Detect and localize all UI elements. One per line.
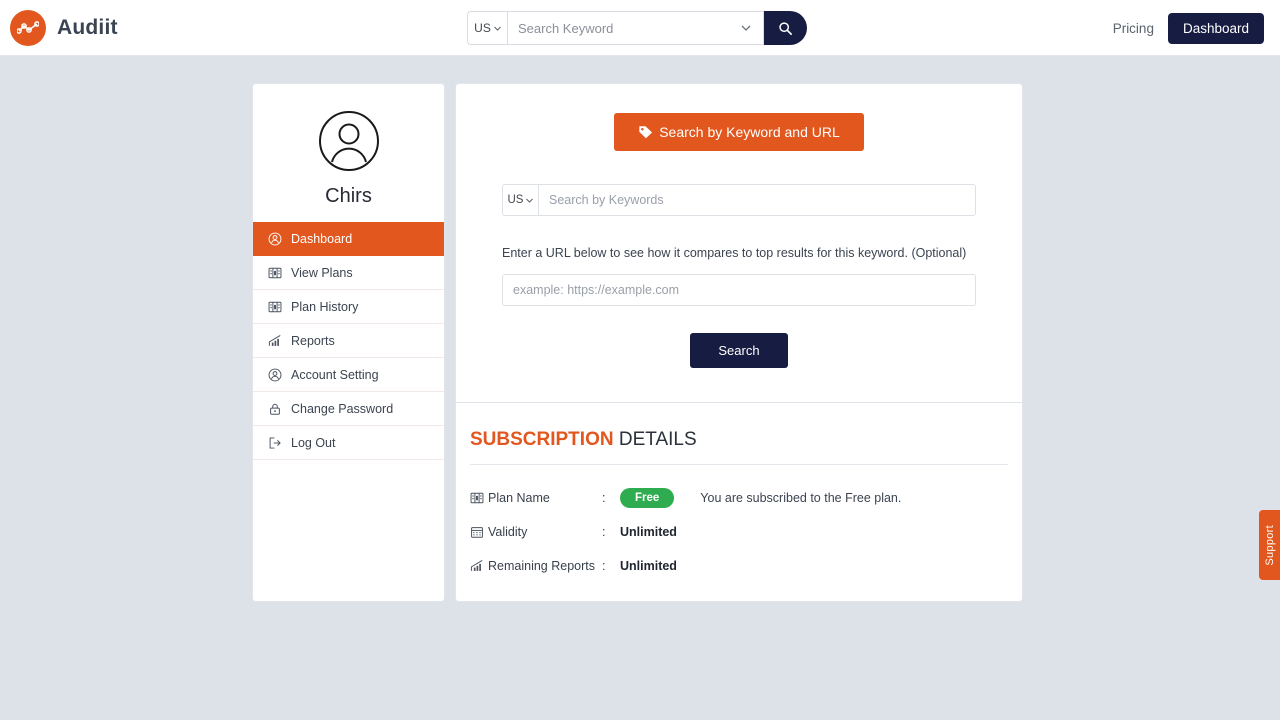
lock-icon — [269, 403, 280, 415]
sidebar-item-reports[interactable]: Reports — [253, 324, 444, 358]
subscription-colon: : — [602, 491, 606, 505]
plan-card-icon — [470, 492, 484, 504]
user-circle-icon — [318, 111, 379, 171]
top-header: Audiit US Search Keyword Pricing Dashboa… — [0, 0, 1280, 56]
subscription-label: Validity — [488, 525, 528, 539]
url-input[interactable] — [502, 274, 976, 306]
sidebar-menu: Dashboard View Plans Plan History Reports Ac… — [253, 222, 444, 460]
user-circle-icon — [267, 231, 282, 246]
subscription-value: Unlimited — [620, 525, 677, 539]
header-country-select[interactable]: US — [467, 11, 507, 45]
header-keyword-placeholder: Search Keyword — [518, 20, 614, 36]
url-note: Enter a URL below to see how it compares… — [502, 246, 967, 260]
subscription-row: Plan Name: Free You are subscribed to the … — [470, 481, 1008, 515]
brand-name: Audiit — [57, 15, 118, 39]
sidebar-item-label: Log Out — [291, 435, 336, 450]
tag-icon — [639, 126, 653, 139]
sidebar-item-label: Plan History — [291, 299, 359, 314]
sidebar-item-plan-history[interactable]: Plan History — [253, 290, 444, 324]
header-country-value: US — [474, 21, 491, 35]
subscription-rows: Plan Name: Free You are subscribed to the … — [470, 481, 1008, 583]
sidebar-item-log-out[interactable]: Log Out — [253, 426, 444, 460]
keyword-country-value: US — [507, 194, 524, 206]
dashboard-button[interactable]: Dashboard — [1167, 12, 1264, 44]
chart-line-dots-icon — [10, 9, 46, 46]
search-panel: Search by Keyword and URL US Enter a URL… — [456, 84, 1022, 403]
keyword-country-select[interactable]: US — [502, 184, 538, 216]
subscription-title: SUBSCRIPTION DETAILS — [470, 429, 1008, 451]
main-card: Search by Keyword and URL US Enter a URL… — [455, 83, 1023, 602]
user-circle-icon — [268, 368, 281, 381]
status-badge: Free — [620, 488, 675, 508]
subscription-row: Remaining Reports: Unlimited — [470, 549, 1008, 583]
subscription-colon: : — [602, 525, 606, 539]
sidebar-item-label: Account Setting — [291, 367, 379, 382]
sidebar-item-view-plans[interactable]: View Plans — [253, 256, 444, 290]
subscription-row: Validity: Unlimited — [470, 515, 1008, 549]
subscription-label: Plan Name — [488, 491, 550, 505]
subscription-panel: SUBSCRIPTION DETAILS Plan Name: Free You a… — [456, 403, 1022, 583]
chevron-down-icon — [526, 198, 534, 203]
user-circle-icon — [268, 232, 281, 245]
search-submit-button[interactable]: Search — [690, 333, 788, 368]
subscription-note: You are subscribed to the Free plan. — [700, 491, 902, 505]
lock-icon — [267, 401, 282, 416]
calendar-icon — [470, 525, 488, 539]
sidebar-item-change-password[interactable]: Change Password — [253, 392, 444, 426]
calendar-icon — [471, 527, 483, 538]
support-tab-label: Support — [1263, 524, 1276, 566]
sidebar-menu-list: Dashboard View Plans Plan History Reports Ac… — [253, 222, 444, 460]
bar-chart-icon — [470, 559, 483, 571]
plan-card-icon — [470, 491, 488, 505]
sidebar-item-label: Reports — [291, 333, 335, 348]
bar-chart-icon — [267, 333, 282, 348]
page-body: Chirs Dashboard View Plans Plan History Rep… — [0, 56, 1280, 602]
header-keyword-field[interactable]: Search Keyword — [507, 11, 764, 45]
subscription-title-rest: DETAILS — [613, 429, 697, 450]
grid-plans-icon — [267, 299, 282, 314]
chevron-down-icon[interactable] — [741, 25, 751, 31]
header-search-button[interactable] — [764, 11, 807, 45]
logout-arrow-icon — [269, 436, 281, 449]
keyword-search-input[interactable] — [538, 184, 976, 216]
sidebar-item-label: View Plans — [291, 265, 353, 280]
sidebar-item-label: Dashboard — [291, 231, 353, 246]
magnifier-icon — [779, 21, 792, 35]
subscription-label: Remaining Reports — [488, 559, 595, 573]
subscription-title-highlight: SUBSCRIPTION — [470, 429, 614, 450]
bar-chart-icon — [470, 559, 488, 573]
pricing-link[interactable]: Pricing — [1113, 21, 1154, 36]
sidebar-item-label: Change Password — [291, 401, 394, 416]
search-by-keyword-and-url-button[interactable]: Search by Keyword and URL — [614, 113, 864, 151]
brand[interactable]: Audiit — [10, 9, 118, 46]
subscription-value: Unlimited — [620, 559, 677, 573]
sidebar-user-name: Chirs — [325, 185, 372, 207]
subscription-colon: : — [602, 559, 606, 573]
bar-chart-icon — [268, 334, 280, 346]
header-search-bar: US Search Keyword — [467, 11, 807, 45]
grid-plans-icon — [268, 267, 281, 278]
support-tab[interactable]: Support — [1259, 510, 1280, 580]
logout-arrow-icon — [267, 435, 282, 450]
grid-plans-icon — [268, 301, 281, 312]
chevron-down-icon — [493, 26, 501, 31]
header-actions: Pricing Dashboard — [1113, 0, 1264, 56]
search-by-keyword-and-url-label: Search by Keyword and URL — [659, 124, 840, 140]
subscription-divider — [470, 464, 1008, 465]
sidebar-item-account-setting[interactable]: Account Setting — [253, 358, 444, 392]
user-circle-icon — [267, 367, 282, 382]
grid-plans-icon — [267, 265, 282, 280]
keyword-search-row: US — [502, 184, 976, 216]
sidebar: Chirs Dashboard View Plans Plan History Rep… — [252, 83, 445, 602]
sidebar-profile: Chirs — [253, 84, 444, 222]
sidebar-item-dashboard[interactable]: Dashboard — [253, 222, 444, 256]
